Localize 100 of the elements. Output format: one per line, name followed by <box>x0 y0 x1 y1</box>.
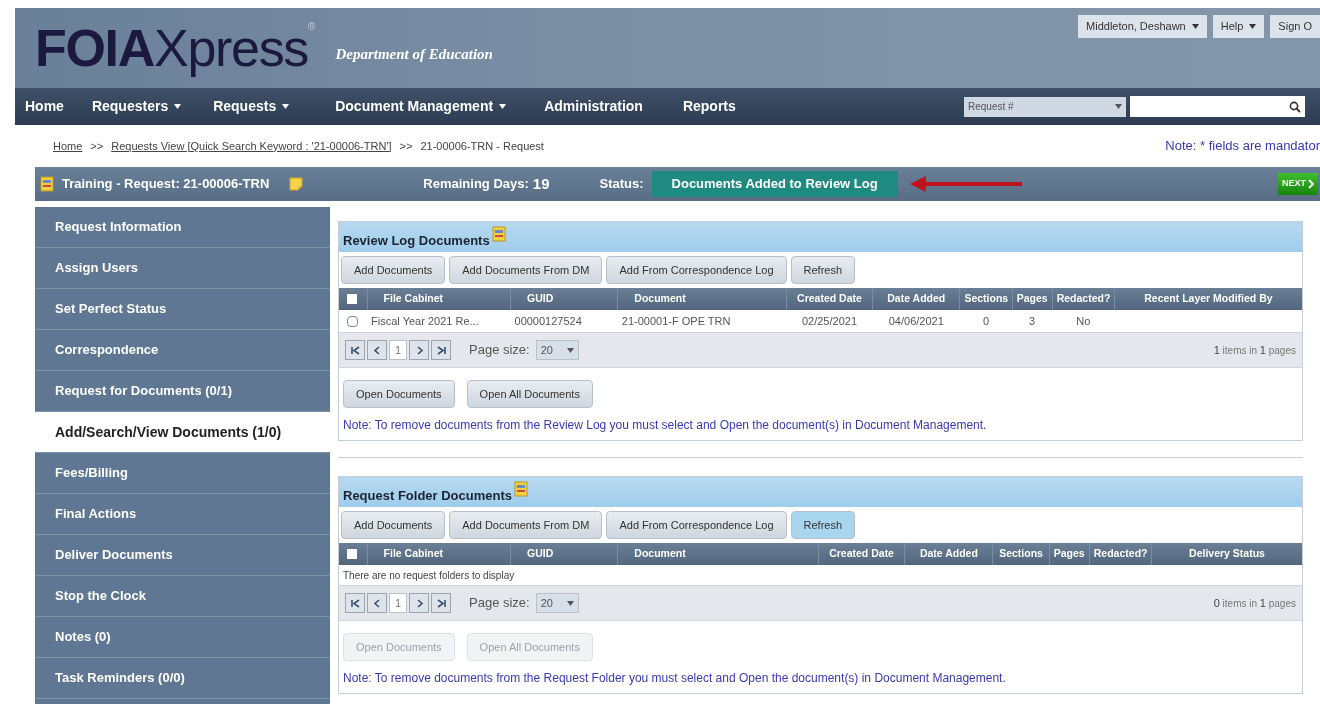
previous-page-button[interactable] <box>367 593 387 613</box>
breadcrumb-link[interactable]: Requests View [Quick Search Keyword : '21-00006-TRN'] <box>111 137 392 155</box>
nav-item[interactable]: Administration <box>544 96 643 117</box>
request-title: Training - Request: 21-00006-TRN <box>62 175 270 194</box>
pager-summary: 1 items in 1 pages <box>1213 342 1296 358</box>
search-type-select[interactable]: Request # <box>964 96 1126 117</box>
page-size-label: Page size: <box>469 341 530 360</box>
header-menu-button[interactable]: Sign O <box>1270 15 1320 38</box>
column-header[interactable]: Sections <box>993 543 1050 565</box>
sidebar-item[interactable]: Add/Search/View Documents (1/0) <box>35 412 330 453</box>
caret-icon <box>566 600 574 606</box>
toolbar-button[interactable]: Add Documents From DM <box>449 256 603 284</box>
column-header[interactable]: Document <box>617 543 819 565</box>
sidebar-item[interactable]: Assign Users <box>35 248 330 289</box>
empty-message: There are no request folders to display <box>343 569 515 581</box>
first-page-button[interactable] <box>345 593 365 613</box>
page-size-label: Page size: <box>469 594 530 613</box>
status-label: Status: <box>599 175 644 194</box>
next-page-button[interactable] <box>409 340 429 360</box>
status-badge: Documents Added to Review Log <box>651 171 898 197</box>
chevron-right-icon <box>1308 179 1314 189</box>
first-page-icon <box>350 345 360 355</box>
column-header[interactable]: Date Added <box>904 543 993 565</box>
page-size-select[interactable]: 20 <box>535 340 579 360</box>
column-header[interactable]: Recent Layer Modified By <box>1114 288 1302 310</box>
column-header[interactable]: Sections <box>959 288 1013 310</box>
note-icon <box>40 176 54 192</box>
table-cell: 02/25/2021 <box>801 314 857 327</box>
sidebar-item[interactable]: Request Information <box>35 207 330 248</box>
caret-icon <box>282 104 290 109</box>
row-checkbox[interactable] <box>347 315 358 327</box>
panel-note: Note: To remove documents from the Request Folder you must select and Open the document(s) in Document Management. <box>343 671 1006 685</box>
column-header[interactable]: Redacted? <box>1052 288 1115 310</box>
panel-title: Request Folder Documents <box>343 486 513 505</box>
header-menu-button[interactable]: Help <box>1212 15 1265 38</box>
action-button[interactable]: Open Documents <box>343 380 455 408</box>
sticky-note-icon[interactable] <box>289 177 304 191</box>
nav-item[interactable]: Home <box>25 96 64 117</box>
toolbar-button[interactable]: Add From Correspondence Log <box>606 511 787 539</box>
previous-page-button[interactable] <box>367 340 387 360</box>
column-header[interactable]: GUID <box>510 288 618 310</box>
sidebar-item[interactable]: Set Perfect Status <box>35 289 330 330</box>
column-header[interactable]: File Cabinet <box>367 288 511 310</box>
page-number[interactable]: 1 <box>389 593 407 613</box>
caret-icon <box>1191 24 1199 29</box>
breadcrumb-text: >> <box>399 138 413 154</box>
caret-icon <box>1115 104 1122 109</box>
column-header[interactable]: File Cabinet <box>367 543 511 565</box>
toolbar-button[interactable]: Add Documents From DM <box>449 511 603 539</box>
breadcrumb-link[interactable]: Home <box>53 137 83 155</box>
nav-item[interactable]: Requesters <box>91 96 182 117</box>
panel-title: Review Log Documents <box>343 231 490 250</box>
column-header[interactable]: Pages <box>1049 543 1090 565</box>
pager-summary: 0 items in 1 pages <box>1213 595 1296 611</box>
last-page-button[interactable] <box>431 593 451 613</box>
toolbar-button[interactable]: Refresh <box>790 256 856 284</box>
column-header[interactable]: GUID <box>510 543 618 565</box>
action-button[interactable]: Open All Documents <box>466 380 593 408</box>
next-button[interactable]: NEXT <box>1278 173 1318 195</box>
toolbar-button[interactable]: Add Documents <box>341 511 446 539</box>
panel-note: Note: To remove documents from the Review Log you must select and Open the document(s) in Document Management. <box>343 418 987 432</box>
first-page-button[interactable] <box>345 340 365 360</box>
previous-icon <box>372 345 382 355</box>
column-header[interactable]: Pages <box>1012 288 1053 310</box>
department-name: Department of Education <box>335 44 493 64</box>
nav-item[interactable]: Document Management <box>335 96 507 117</box>
breadcrumb-text: >> <box>90 138 104 154</box>
page-number[interactable]: 1 <box>389 340 407 360</box>
column-header[interactable]: Created Date <box>818 543 905 565</box>
nav-item[interactable]: Requests <box>213 96 290 117</box>
toolbar-button[interactable]: Add Documents <box>341 256 446 284</box>
sidebar-item[interactable]: Notes (0) <box>35 617 330 658</box>
note-icon <box>491 226 506 242</box>
header-menu-button[interactable]: Middleton, Deshawn <box>1078 15 1207 38</box>
select-all-checkbox[interactable] <box>347 549 357 559</box>
next-page-button[interactable] <box>409 593 429 613</box>
column-header[interactable]: Created Date <box>786 288 873 310</box>
last-page-button[interactable] <box>431 340 451 360</box>
caret-icon <box>566 347 574 353</box>
column-header[interactable]: Document <box>617 288 787 310</box>
sidebar-item[interactable]: Task Reminders (0/0) <box>35 658 330 699</box>
first-page-icon <box>350 598 360 608</box>
sidebar-item[interactable]: Stop the Clock <box>35 576 330 617</box>
table-cell: No <box>1076 314 1091 327</box>
page-size-select[interactable]: 20 <box>535 593 579 613</box>
previous-icon <box>372 598 382 608</box>
search-icon <box>1289 100 1301 113</box>
mandatory-note: Note: * fields are mandator <box>1165 137 1320 156</box>
sidebar-item[interactable]: Final Actions <box>35 494 330 535</box>
column-header[interactable]: Redacted? <box>1089 543 1152 565</box>
sidebar-item[interactable]: Correspondence <box>35 330 330 371</box>
toolbar-button[interactable]: Refresh <box>790 511 856 539</box>
nav-item[interactable]: Reports <box>682 96 736 117</box>
column-header[interactable]: Date Added <box>872 288 960 310</box>
select-all-checkbox[interactable] <box>347 294 357 304</box>
sidebar-item[interactable]: Deliver Documents <box>35 535 330 576</box>
toolbar-button[interactable]: Add From Correspondence Log <box>606 256 787 284</box>
column-header[interactable]: Delivery Status <box>1151 543 1302 565</box>
sidebar-item[interactable]: Fees/Billing <box>35 453 330 494</box>
search-field[interactable] <box>1130 96 1305 117</box>
